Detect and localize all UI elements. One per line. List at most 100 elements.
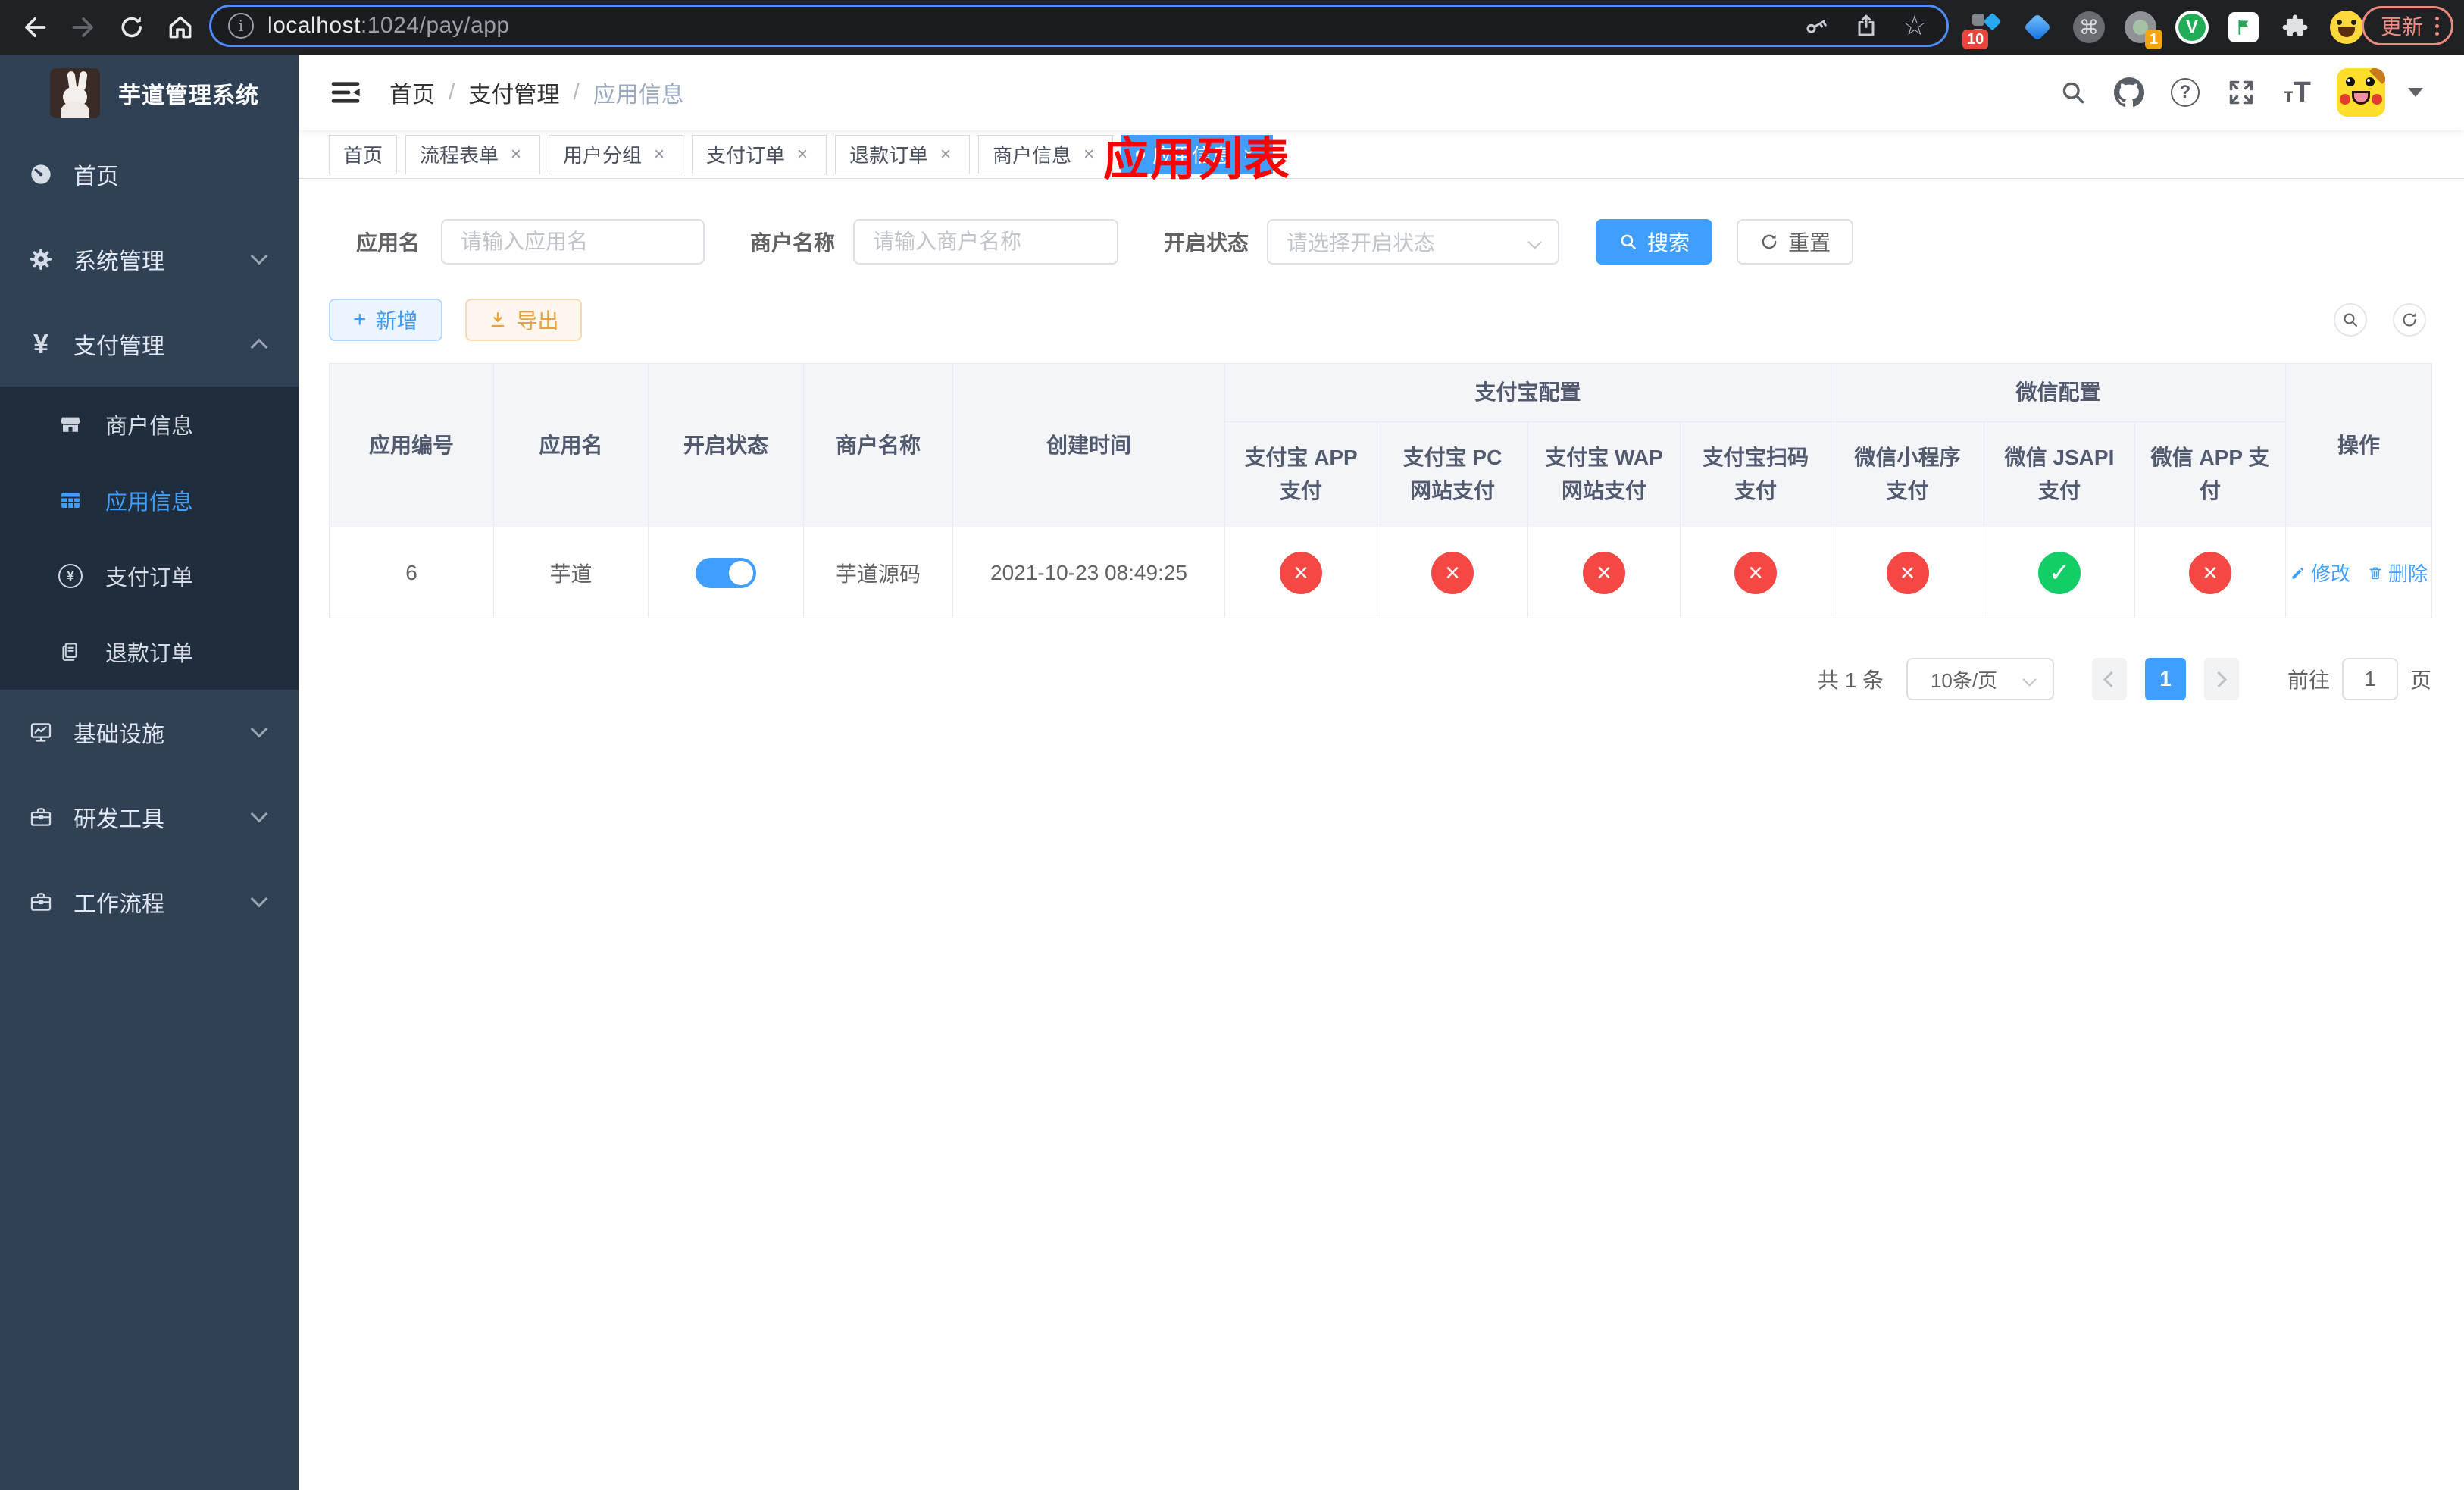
pagination-total: 共 1 条 bbox=[1817, 668, 1884, 692]
col-header-app-id: 应用编号 bbox=[330, 364, 494, 527]
close-icon[interactable] bbox=[506, 145, 526, 164]
bookmark-star-icon[interactable] bbox=[1903, 12, 1927, 39]
extension-flag-icon[interactable] bbox=[2226, 10, 2261, 45]
delete-label: 删除 bbox=[2388, 562, 2428, 585]
font-size-button[interactable]: тT bbox=[2281, 76, 2314, 109]
extensions-menu-button[interactable] bbox=[2278, 10, 2312, 45]
col-header-actions: 操作 bbox=[2286, 364, 2432, 527]
home-button[interactable] bbox=[165, 12, 195, 42]
refresh-table-button[interactable] bbox=[2393, 303, 2426, 337]
briefcase-icon bbox=[28, 804, 54, 830]
delete-link[interactable]: 删除 bbox=[2367, 559, 2428, 587]
extension-kite-icon[interactable] bbox=[2020, 10, 2055, 45]
sidebar-item-label: 应用信息 bbox=[105, 490, 194, 515]
reload-button[interactable] bbox=[117, 12, 147, 42]
tab-label: 首页 bbox=[343, 144, 383, 167]
fullscreen-button[interactable] bbox=[2225, 76, 2258, 109]
cell-status bbox=[649, 527, 804, 618]
close-icon[interactable] bbox=[649, 145, 669, 164]
sidebar-item-label: 商户信息 bbox=[105, 415, 194, 439]
breadcrumb-payment[interactable]: 支付管理 bbox=[468, 76, 559, 109]
tab-user-group[interactable]: 用户分组 bbox=[549, 134, 684, 174]
share-icon[interactable] bbox=[1853, 12, 1880, 39]
extension-v-icon[interactable] bbox=[2175, 10, 2209, 45]
tab-payment-order[interactable]: 支付订单 bbox=[692, 134, 827, 174]
show-search-button[interactable] bbox=[2334, 303, 2367, 337]
pen-icon bbox=[2292, 567, 2304, 579]
status-select[interactable]: 请选择开启状态 bbox=[1267, 219, 1560, 265]
sidebar-item-home[interactable]: 首页 bbox=[0, 132, 299, 217]
close-icon[interactable] bbox=[793, 145, 812, 164]
v-logo-icon bbox=[2175, 11, 2209, 44]
close-icon[interactable] bbox=[936, 145, 955, 164]
extension-grid-icon[interactable]: 10 bbox=[1962, 10, 2003, 49]
reset-button[interactable]: 重置 bbox=[1737, 219, 1854, 265]
tab-process-form[interactable]: 流程表单 bbox=[405, 134, 541, 174]
back-button[interactable] bbox=[20, 12, 50, 42]
breadcrumb-home[interactable]: 首页 bbox=[389, 76, 435, 109]
search-button[interactable]: 搜索 bbox=[1596, 219, 1713, 265]
sidebar-item-payment[interactable]: 支付管理 bbox=[0, 302, 299, 387]
export-button[interactable]: 导出 bbox=[464, 299, 582, 341]
app-name-input[interactable] bbox=[441, 219, 705, 265]
sidebar-item-workflow[interactable]: 工作流程 bbox=[0, 859, 299, 944]
col-header-app-name: 应用名 bbox=[494, 364, 649, 527]
goto-page-input[interactable] bbox=[2341, 658, 2398, 700]
avatar-dropdown-caret[interactable] bbox=[2408, 88, 2423, 97]
group-header-wechat: 微信配置 bbox=[1831, 364, 2286, 422]
browser-profile-avatar[interactable] bbox=[2329, 10, 2364, 45]
fullscreen-icon bbox=[2229, 80, 2253, 105]
close-icon[interactable] bbox=[1079, 145, 1099, 164]
sidebar-item-infrastructure[interactable]: 基础设施 bbox=[0, 690, 299, 775]
shop-icon bbox=[58, 412, 83, 437]
dashboard-icon bbox=[28, 161, 54, 187]
edit-link[interactable]: 修改 bbox=[2290, 559, 2350, 587]
sidebar-logo-row[interactable]: 芋道管理系统 bbox=[0, 55, 299, 132]
address-bar[interactable]: localhost:1024/pay/app bbox=[209, 5, 1949, 47]
next-page-button[interactable] bbox=[2203, 658, 2239, 700]
sidebar-item-merchant-info[interactable]: 商户信息 bbox=[0, 387, 299, 462]
page-size-select[interactable]: 10条/页 bbox=[1906, 658, 2054, 700]
extension-command-icon[interactable] bbox=[2072, 10, 2106, 45]
app-container: 应用名 商户名称 开启状态 请选择开启状态 搜索 重置 新增 bbox=[299, 218, 2464, 700]
header-search-button[interactable] bbox=[2056, 76, 2090, 109]
tab-refund-order[interactable]: 退款订单 bbox=[835, 134, 971, 174]
col-header-wx-app: 微信 APP 支付 bbox=[2135, 422, 2286, 527]
trash-icon bbox=[2369, 567, 2381, 579]
sidebar-item-payment-order[interactable]: 支付订单 bbox=[0, 538, 299, 614]
col-header-wx-jsapi: 微信 JSAPI 支付 bbox=[1984, 422, 2135, 527]
forward-button[interactable] bbox=[68, 12, 98, 42]
merchant-name-input[interactable] bbox=[853, 219, 1119, 265]
col-header-status: 开启状态 bbox=[649, 364, 804, 527]
site-info-icon[interactable] bbox=[228, 13, 254, 39]
status-toggle[interactable] bbox=[696, 557, 756, 588]
sidebar-item-dev-tools[interactable]: 研发工具 bbox=[0, 775, 299, 859]
page-size-value: 10条/页 bbox=[1930, 668, 1998, 692]
key-icon[interactable] bbox=[1803, 12, 1830, 39]
sidebar-item-label: 系统管理 bbox=[73, 249, 164, 274]
table-row: 6 芋道 芋道源码 2021-10-23 08:49:25 × × × × × … bbox=[330, 527, 2432, 618]
download-icon bbox=[491, 312, 504, 327]
config-status-icon: × bbox=[1431, 551, 1474, 594]
sidebar-item-label: 工作流程 bbox=[73, 892, 164, 917]
user-avatar[interactable] bbox=[2337, 68, 2385, 117]
app-logo bbox=[50, 68, 100, 118]
sidebar-item-app-info[interactable]: 应用信息 bbox=[0, 462, 299, 538]
update-label: 更新 bbox=[2380, 15, 2423, 39]
prev-page-button[interactable] bbox=[2091, 658, 2127, 700]
github-link-button[interactable] bbox=[2112, 76, 2146, 109]
help-button[interactable] bbox=[2169, 76, 2202, 109]
extension-record-icon[interactable]: 1 bbox=[2123, 10, 2162, 49]
add-button[interactable]: 新增 bbox=[329, 299, 442, 341]
browser-update-button[interactable]: 更新 bbox=[2361, 6, 2453, 45]
chevron-left-icon bbox=[2103, 671, 2120, 687]
emoji-avatar bbox=[2330, 11, 2363, 44]
col-header-alipay-qr: 支付宝扫码支付 bbox=[1681, 422, 1831, 527]
sidebar-collapse-button[interactable] bbox=[329, 76, 362, 109]
config-status-icon: × bbox=[2189, 551, 2231, 594]
tab-merchant-info[interactable]: 商户信息 bbox=[978, 134, 1114, 174]
sidebar-item-refund-order[interactable]: 退款订单 bbox=[0, 614, 299, 690]
page-number-button[interactable]: 1 bbox=[2144, 658, 2186, 700]
sidebar-item-system[interactable]: 系统管理 bbox=[0, 217, 299, 302]
tab-home[interactable]: 首页 bbox=[329, 134, 398, 174]
